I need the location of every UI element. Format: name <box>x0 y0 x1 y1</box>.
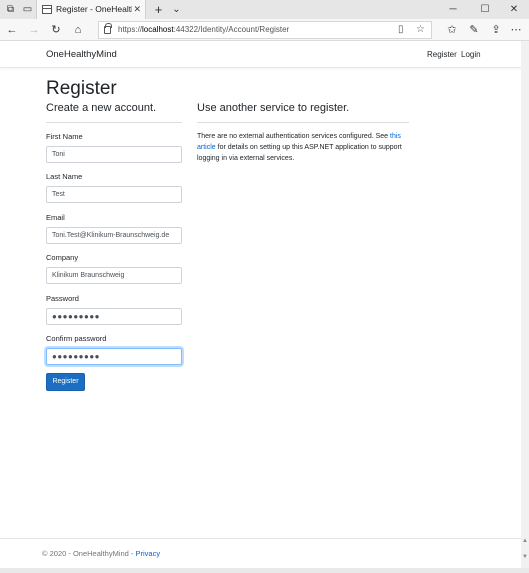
tab-manager-icon[interactable]: ⧉ <box>4 3 17 16</box>
title-bar: ⧉ ▭ Register - OneHealthyMind ✕ + ⌄ ─ ☐ … <box>0 0 529 19</box>
pen-icon[interactable]: ✎ <box>465 21 483 39</box>
page-title: Register <box>46 78 117 99</box>
brand-link[interactable]: OneHealthyMind <box>46 48 117 61</box>
more-icon[interactable]: ⋯ <box>507 21 525 39</box>
email-input[interactable]: Toni.Test@Klinikum-Braunschweig.de <box>46 227 182 244</box>
forward-arrow-icon[interactable]: → <box>25 21 43 39</box>
maximize-icon[interactable]: ☐ <box>470 1 500 18</box>
tab-preview-icon[interactable]: ▭ <box>21 3 34 16</box>
external-login-info: There are no external authentication ser… <box>197 133 402 162</box>
company-input[interactable]: Klinikum Braunschweig <box>46 267 182 284</box>
home-icon[interactable]: ⌂ <box>69 21 87 39</box>
share-icon[interactable]: ⇪ <box>487 21 505 39</box>
plus-icon[interactable]: + <box>152 3 165 16</box>
tab-title: Register - OneHealthyMind <box>56 4 132 14</box>
first-name-input[interactable]: Toni <box>46 146 182 163</box>
reading-view-icon[interactable]: ▯ <box>398 24 404 36</box>
back-arrow-icon[interactable]: ← <box>3 21 21 39</box>
scroll-up-icon[interactable]: ▲ <box>522 537 528 545</box>
lock-icon <box>104 23 112 34</box>
confirm-password-input[interactable]: ●●●●●●●●● <box>46 348 182 365</box>
page-viewport: OneHealthyMind Register Login Register C… <box>0 41 521 568</box>
first-name-label: First Name <box>46 132 83 141</box>
refresh-icon[interactable]: ↻ <box>47 21 65 39</box>
close-icon[interactable]: ✕ <box>133 3 141 16</box>
register-button[interactable]: Register <box>46 373 85 391</box>
scroll-down-icon[interactable]: ▼ <box>522 553 528 561</box>
footer-text: © 2020 - OneHealthyMind - Privacy <box>42 549 161 558</box>
minimize-icon[interactable]: ─ <box>438 1 468 18</box>
browser-tab[interactable]: Register - OneHealthyMind ✕ <box>36 0 146 19</box>
nav-register-link[interactable]: Register <box>427 49 457 61</box>
confirm-password-label: Confirm password <box>46 334 107 343</box>
divider <box>197 122 409 123</box>
form-subtitle: Create a new account. <box>46 102 157 114</box>
divider <box>46 122 182 123</box>
page-icon <box>42 5 52 14</box>
nav-login-link[interactable]: Login <box>461 49 481 61</box>
last-name-label: Last Name <box>46 172 83 181</box>
horizontal-scrollbar[interactable] <box>0 568 529 573</box>
chevron-down-icon[interactable]: ⌄ <box>170 3 183 16</box>
site-header: OneHealthyMind Register Login <box>0 41 521 68</box>
star-icon[interactable]: ☆ <box>416 24 425 36</box>
external-login-heading: Use another service to register. <box>197 102 350 114</box>
password-input[interactable]: ●●●●●●●●● <box>46 308 182 325</box>
browser-toolbar: ← → ↻ ⌂ https://localhost:44322/Identity… <box>0 19 529 41</box>
email-label: Email <box>46 213 65 222</box>
company-label: Company <box>46 253 79 262</box>
last-name-input[interactable]: Test <box>46 186 182 203</box>
url-text: https://localhost:44322/Identity/Account… <box>118 25 290 34</box>
vertical-scrollbar[interactable]: ▲ ▼ <box>521 41 529 568</box>
close-icon[interactable]: ✕ <box>499 1 529 18</box>
privacy-link[interactable]: Privacy <box>136 549 161 558</box>
address-bar[interactable]: https://localhost:44322/Identity/Account… <box>98 21 432 39</box>
site-footer: © 2020 - OneHealthyMind - Privacy <box>0 538 521 568</box>
favorites-hub-icon[interactable]: ✩ <box>443 21 461 39</box>
password-label: Password <box>46 294 79 303</box>
